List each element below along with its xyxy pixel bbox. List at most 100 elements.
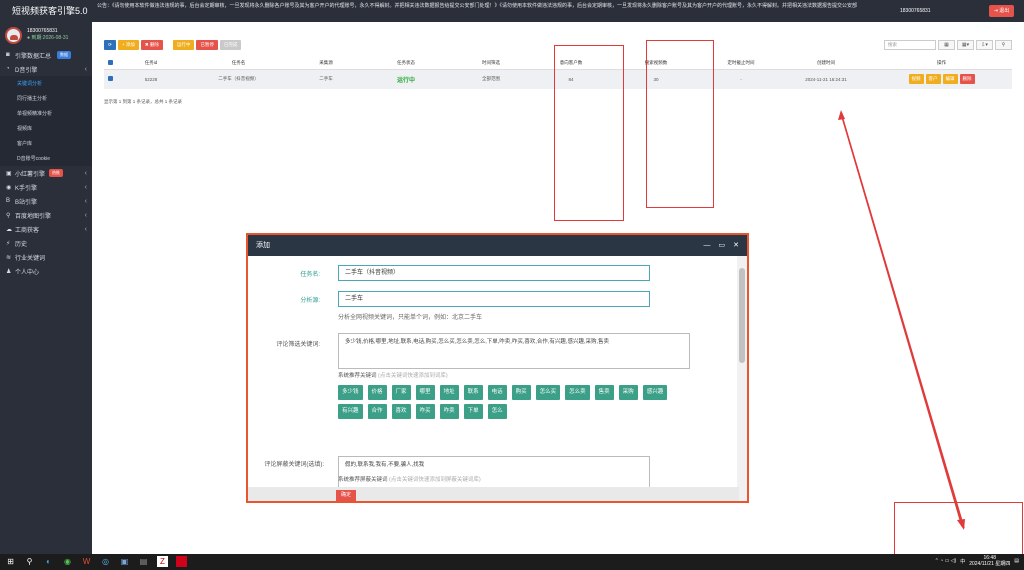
columns-button[interactable]: ▦▾ bbox=[957, 40, 974, 50]
tray-icons[interactable]: ⌃ ◔ ▭ ◁) bbox=[935, 558, 957, 564]
col-source[interactable]: 采集源 bbox=[291, 57, 361, 70]
scroll-thumb[interactable] bbox=[739, 268, 745, 363]
keyword-tag[interactable]: 电话 bbox=[487, 385, 507, 400]
keyword-tag[interactable]: 怎么 bbox=[487, 404, 507, 419]
keyword-tag[interactable]: 价格 bbox=[367, 385, 387, 400]
avatar[interactable] bbox=[5, 26, 22, 44]
filter-keywords-textarea[interactable]: 多少钱,价格,哪里,地址,联系,电话,购买,怎么买,怎么卖,怎么,下单,咋卖,咋… bbox=[338, 333, 690, 369]
dialog-scrollbar[interactable] bbox=[737, 256, 747, 501]
app2-icon[interactable]: ▤ bbox=[138, 556, 149, 567]
bolt-icon: ⚡ bbox=[6, 240, 11, 247]
delete-row-button[interactable]: 删除 bbox=[959, 74, 975, 85]
browser-icon[interactable]: ◎ bbox=[100, 556, 111, 567]
red-app-icon[interactable] bbox=[176, 556, 187, 567]
keyword-tag[interactable]: 咋卖 bbox=[439, 404, 459, 419]
view-customers-button[interactable]: 客户 bbox=[925, 74, 941, 85]
keyword-tag[interactable]: 多少钱 bbox=[338, 385, 363, 400]
source-hint: 分析全网视频关键词，只能单个词，例如：北京二手车 bbox=[338, 315, 483, 321]
keyword-tag[interactable]: 采购 bbox=[618, 385, 638, 400]
keyword-tag[interactable]: 厂家 bbox=[391, 385, 411, 400]
windows-start-icon[interactable]: ⊞ bbox=[5, 556, 16, 567]
sidebar-subitem-peer-analysis[interactable]: 同行播主分析 bbox=[0, 91, 92, 106]
keyword-tag[interactable]: 售卖 bbox=[594, 385, 614, 400]
source-input[interactable]: 二手车 bbox=[338, 291, 650, 307]
keyword-tag[interactable]: 有兴趣 bbox=[338, 404, 363, 419]
search-icon[interactable]: ⚲ bbox=[995, 40, 1012, 50]
user-panel: 18300765831 ● 到期:2026-08-31 bbox=[0, 22, 92, 48]
sidebar-item-xiaohongshu[interactable]: ▣ 小红薯引擎 热推 ‹ bbox=[0, 166, 92, 180]
keyword-tag[interactable]: 怎么买 bbox=[535, 385, 561, 400]
view-videos-button[interactable]: 视频 bbox=[908, 74, 924, 85]
sidebar-item-label: 小红薯引擎 bbox=[15, 171, 46, 178]
sidebar-item-bilibili[interactable]: B B站引擎 ‹ bbox=[0, 194, 92, 208]
keyword-tag[interactable]: 地址 bbox=[439, 385, 459, 400]
app-icon[interactable]: ▣ bbox=[119, 556, 130, 567]
refresh-button[interactable]: ⟳ bbox=[104, 40, 116, 50]
toggle-view-button[interactable]: ▦ bbox=[938, 40, 955, 50]
sidebar-item-engine-summary[interactable]: ◙ 引擎数据汇总 数据 bbox=[0, 48, 92, 62]
sidebar-item-profile[interactable]: ♟ 个人中心 bbox=[0, 264, 92, 278]
sidebar-item-history[interactable]: ⚡ 历史 bbox=[0, 236, 92, 250]
close-icon[interactable]: ✕ bbox=[733, 235, 739, 256]
sidebar-subitem-keyword-analysis[interactable]: 关键词分析 bbox=[0, 76, 92, 91]
clock[interactable]: 16:48 2024/11/21 星期四 bbox=[969, 555, 1010, 567]
cell-created: 2024-11-21 16:24:31 bbox=[781, 69, 871, 89]
account-phone[interactable]: 18300765831 bbox=[900, 8, 931, 14]
recommend-label: 系统推荐关键词 bbox=[338, 373, 377, 379]
filter-running-button[interactable]: 运行中 bbox=[172, 40, 195, 50]
add-button[interactable]: + 添加 bbox=[118, 40, 139, 50]
notification-icon[interactable]: ▤ bbox=[1014, 558, 1019, 564]
sidebar-item-label: B站引擎 bbox=[15, 199, 38, 206]
col-created[interactable]: 创建时间 bbox=[781, 57, 871, 70]
keyword-tag[interactable]: 购买 bbox=[511, 385, 531, 400]
keyword-tag[interactable]: 喜欢 bbox=[391, 404, 411, 419]
sidebar-item-industry-keywords[interactable]: ≋ 行业关键词 bbox=[0, 250, 92, 264]
logout-button[interactable]: ⇥ 退出 bbox=[989, 5, 1014, 17]
keyword-tag[interactable]: 怎么卖 bbox=[565, 385, 590, 400]
minimize-icon[interactable]: — bbox=[704, 235, 711, 256]
source-label: 分析源: bbox=[300, 298, 320, 304]
maximize-icon[interactable]: ▭ bbox=[719, 235, 726, 256]
sidebar-subitem-customer-library[interactable]: 客户库 bbox=[0, 136, 92, 151]
select-all-checkbox[interactable] bbox=[107, 59, 113, 65]
task-name-input[interactable]: 二手车（抖音视频） bbox=[338, 265, 650, 281]
row-actions: 视频 客户 编辑 删除 bbox=[871, 74, 1012, 85]
sidebar-subitem-douyin-cookie[interactable]: D音账号cookie bbox=[0, 151, 92, 166]
sidebar-subitem-single-video[interactable]: 单视频精准分析 bbox=[0, 106, 92, 121]
keyword-tag[interactable]: 咋买 bbox=[415, 404, 435, 419]
sidebar-item-kuaishou[interactable]: ◉ K手引擎 ‹ bbox=[0, 180, 92, 194]
keyword-tag[interactable]: 下单 bbox=[463, 404, 483, 419]
row-checkbox[interactable] bbox=[107, 76, 113, 82]
filter-done-button[interactable]: 已完成 bbox=[219, 40, 242, 50]
edit-button[interactable]: 编辑 bbox=[942, 74, 958, 85]
language-indicator[interactable]: 中 bbox=[960, 558, 965, 565]
edge-browser-icon[interactable]: ◐ bbox=[43, 556, 54, 567]
filter-paused-button[interactable]: 已暂停 bbox=[196, 40, 218, 50]
keyword-tag[interactable]: 感兴趣 bbox=[642, 385, 668, 400]
sidebar-item-label: 百度地图引擎 bbox=[15, 213, 52, 220]
wps-icon[interactable]: W bbox=[81, 556, 92, 567]
sidebar-item-baidu-map[interactable]: ⚲ 百度地图引擎 ‹ bbox=[0, 208, 92, 222]
col-task-id[interactable]: 任务id bbox=[116, 57, 186, 70]
confirm-button[interactable]: 确定 bbox=[336, 490, 357, 501]
keyword-tag[interactable]: 哪里 bbox=[415, 385, 435, 400]
system-tray: ⌃ ◔ ▭ ◁) 中 16:48 2024/11/21 星期四 ▤ bbox=[935, 555, 1019, 567]
sidebar-subitem-video-library[interactable]: 视频库 bbox=[0, 121, 92, 136]
col-time-filter[interactable]: 时间筛选 bbox=[451, 57, 531, 70]
search-input[interactable]: 搜索 bbox=[884, 40, 936, 50]
keyword-tag[interactable]: 合作 bbox=[367, 404, 387, 419]
sidebar-item-douyin-engine[interactable]: ◔ D音引擎 ‹ bbox=[0, 62, 92, 76]
col-status[interactable]: 任务状态 bbox=[361, 57, 451, 70]
search-icon[interactable]: ⚲ bbox=[24, 556, 35, 567]
export-button[interactable]: ⇩▾ bbox=[976, 40, 993, 50]
delete-button[interactable]: ✖ 删除 bbox=[140, 40, 163, 50]
z-app-icon[interactable]: Z bbox=[157, 556, 168, 567]
sidebar-item-label: 行业关键词 bbox=[15, 255, 46, 262]
hot-badge: 热推 bbox=[49, 169, 64, 177]
task-name-label: 任务名: bbox=[300, 272, 320, 278]
table-tools: 搜索 ▦ ▦▾ ⇩▾ ⚲ bbox=[884, 40, 1012, 50]
sidebar-item-business[interactable]: ☁ 工商获客 ‹ bbox=[0, 222, 92, 236]
wechat-icon[interactable]: ◉ bbox=[62, 556, 73, 567]
col-task-name[interactable]: 任务名 bbox=[186, 57, 291, 70]
keyword-tag[interactable]: 联系 bbox=[463, 385, 483, 400]
